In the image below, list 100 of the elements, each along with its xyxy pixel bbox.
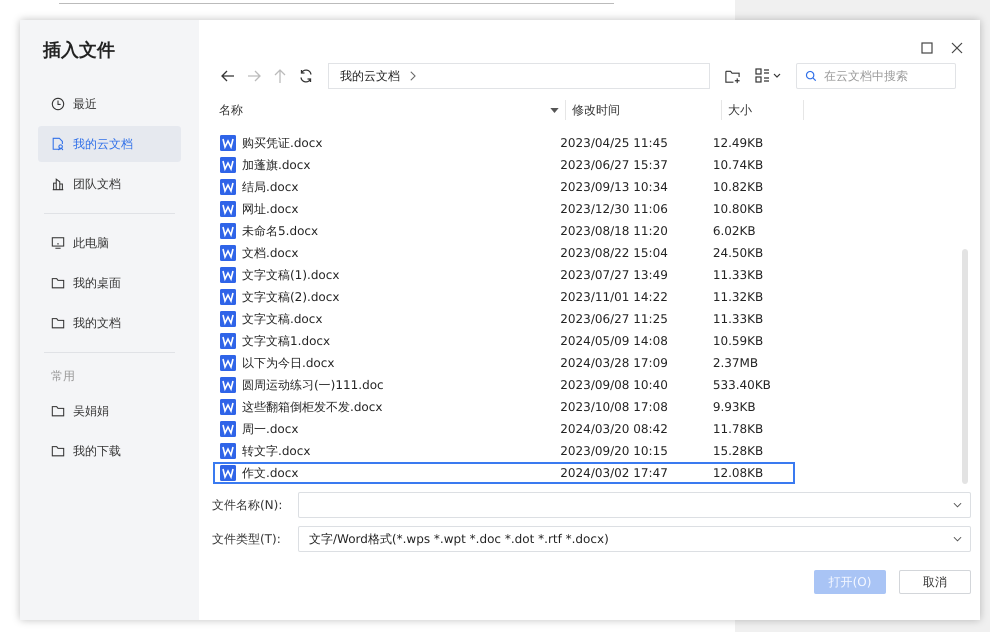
file-size: 12.08KB <box>712 466 764 480</box>
column-header[interactable]: 大小 <box>722 100 804 120</box>
dropdown-caret-icon <box>953 502 962 508</box>
breadcrumb-item[interactable]: 我的云文档 <box>340 68 400 84</box>
section-heading: 常用 <box>50 368 76 385</box>
file-row[interactable]: 文字文稿1.docx 2024/05/09 14:08 10.59KB <box>213 330 795 352</box>
column-header[interactable]: 修改时间 <box>566 100 722 120</box>
close-icon[interactable] <box>950 41 964 55</box>
path-bar[interactable]: 我的云文档 <box>328 63 710 89</box>
sidebar-item[interactable]: 团队文档 <box>38 166 181 202</box>
sidebar-item[interactable]: 此电脑 <box>38 225 181 261</box>
file-size: 12.49KB <box>712 136 764 150</box>
word-document-icon <box>220 377 236 393</box>
sidebar-item[interactable]: 我的桌面 <box>38 265 181 301</box>
file-name: 转文字.docx <box>242 442 310 460</box>
new-folder-icon[interactable] <box>724 68 741 84</box>
document-icon <box>51 137 65 151</box>
file-row[interactable]: 加蓬旗.docx 2023/06/27 15:37 10.74KB <box>213 154 795 176</box>
back-arrow-icon[interactable] <box>220 68 236 84</box>
word-document-icon <box>220 399 236 415</box>
view-list-icon[interactable] <box>754 67 782 85</box>
maximize-icon[interactable] <box>920 41 934 55</box>
file-row[interactable]: 圆周运动练习(一)111.doc 2023/09/08 10:40 533.40KB <box>213 374 795 396</box>
modified-date: 2023/09/20 10:15 <box>560 444 669 458</box>
file-row[interactable]: 购买凭证.docx 2023/04/25 11:45 12.49KB <box>213 132 795 154</box>
building-icon <box>51 177 65 191</box>
file-type-dropdown[interactable]: 文字/Word格式(*.wps *.wpt *.doc *.dot *.rtf *.docx) <box>298 526 971 552</box>
dropdown-caret-icon <box>953 536 962 542</box>
field-label: 文件类型(T): <box>212 530 282 548</box>
file-row[interactable]: 未命名5.docx 2023/08/18 11:20 6.02KB <box>213 220 795 242</box>
file-row[interactable]: 文字文稿(1).docx 2023/07/27 13:49 11.33KB <box>213 264 795 286</box>
modified-date: 2024/03/28 17:09 <box>560 356 669 370</box>
file-name: 网址.docx <box>242 200 298 218</box>
file-row[interactable]: 周一.docx 2024/03/20 08:42 11.78KB <box>213 418 795 440</box>
file-size: 10.80KB <box>712 202 764 216</box>
sidebar-item[interactable]: 最近 <box>38 86 181 122</box>
file-row[interactable]: 以下为今日.docx 2024/03/28 17:09 2.37MB <box>213 352 795 374</box>
file-name: 未命名5.docx <box>242 222 318 240</box>
sidebar-item[interactable]: 我的下载 <box>38 433 181 469</box>
file-row[interactable]: 转文字.docx 2023/09/20 10:15 15.28KB <box>213 440 795 462</box>
word-document-icon <box>220 465 236 481</box>
file-size: 6.02KB <box>712 224 757 238</box>
word-document-icon <box>220 355 236 371</box>
scrollbar[interactable] <box>962 249 968 484</box>
word-document-icon <box>220 333 236 349</box>
file-row[interactable]: 结局.docx 2023/09/13 10:34 10.82KB <box>213 176 795 198</box>
modified-date: 2023/12/30 11:06 <box>560 202 669 216</box>
file-name-field[interactable] <box>298 492 971 518</box>
file-size: 10.74KB <box>712 158 764 172</box>
file-size: 533.40KB <box>712 378 772 392</box>
file-name: 结局.docx <box>242 178 298 196</box>
file-row[interactable]: 网址.docx 2023/12/30 11:06 10.80KB <box>213 198 795 220</box>
sidebar-item[interactable]: 吴娟娟 <box>38 393 181 429</box>
word-document-icon <box>220 289 236 305</box>
word-document-icon <box>220 245 236 261</box>
file-size: 15.28KB <box>712 444 764 458</box>
file-size: 11.78KB <box>712 422 764 436</box>
modified-date: 2024/03/02 17:47 <box>560 466 669 480</box>
folder-icon <box>51 276 65 290</box>
cancel-button[interactable]: 取消 <box>899 570 971 594</box>
file-name: 圆周运动练习(一)111.doc <box>242 376 384 394</box>
modified-date: 2023/08/18 11:20 <box>560 224 669 238</box>
modified-date: 2023/06/27 11:25 <box>560 312 669 326</box>
search-icon <box>805 70 817 82</box>
field-label: 文件名称(N): <box>212 496 284 514</box>
file-name: 文字文稿(1).docx <box>242 266 340 284</box>
file-name: 文字文稿1.docx <box>242 332 330 350</box>
file-size: 11.33KB <box>712 268 764 282</box>
word-document-icon <box>220 135 236 151</box>
file-row[interactable]: 文字文稿(2).docx 2023/11/01 14:22 11.32KB <box>213 286 795 308</box>
file-size: 2.37MB <box>712 356 760 370</box>
modified-date: 2023/10/08 17:08 <box>560 400 669 414</box>
word-document-icon <box>220 421 236 437</box>
file-row[interactable]: 作文.docx 2024/03/02 17:47 12.08KB <box>213 462 795 484</box>
file-name: 这些翻箱倒柜发不发.docx <box>242 398 382 416</box>
file-name: 作文.docx <box>242 464 298 482</box>
sidebar-item[interactable]: 我的云文档 <box>38 126 181 162</box>
chevron-icon <box>408 70 417 82</box>
file-row[interactable]: 这些翻箱倒柜发不发.docx 2023/10/08 17:08 9.93KB <box>213 396 795 418</box>
modified-date: 2023/08/22 15:04 <box>560 246 669 260</box>
file-name: 购买凭证.docx <box>242 134 322 152</box>
file-row[interactable]: 文档.docx 2023/08/22 15:04 24.50KB <box>213 242 795 264</box>
folder-icon <box>51 316 65 330</box>
refresh-icon[interactable] <box>298 68 314 84</box>
search-field[interactable]: 在云文档中搜索 <box>796 63 956 89</box>
file-row[interactable]: 文字文稿.docx 2023/06/27 11:25 11.33KB <box>213 308 795 330</box>
sidebar-item[interactable]: 我的文档 <box>38 305 181 341</box>
column-header[interactable]: 名称 <box>216 100 566 120</box>
file-name: 文字文稿.docx <box>242 310 322 328</box>
folder-icon <box>51 404 65 418</box>
sort-arrow-icon <box>550 108 559 112</box>
word-document-icon <box>220 157 236 173</box>
monitor-icon <box>51 236 65 250</box>
file-name: 加蓬旗.docx <box>242 156 310 174</box>
modified-date: 2023/06/27 15:37 <box>560 158 669 172</box>
modified-date: 2023/07/27 13:49 <box>560 268 669 282</box>
file-size: 9.93KB <box>712 400 757 414</box>
file-name: 以下为今日.docx <box>242 354 334 372</box>
word-document-icon <box>220 311 236 327</box>
modified-date: 2023/09/13 10:34 <box>560 180 669 194</box>
